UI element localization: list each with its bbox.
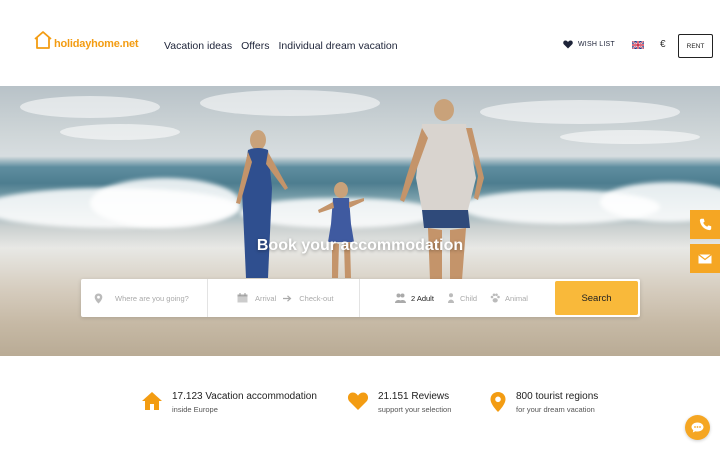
cloud bbox=[200, 90, 380, 116]
map-pin-icon bbox=[490, 392, 506, 412]
phone-contact-button[interactable] bbox=[690, 210, 720, 239]
hero-title: Book your accommodation bbox=[256, 237, 464, 254]
arrival-label[interactable]: Arrival bbox=[255, 294, 276, 303]
site-header: holidayhome.net Vacation ideas Offers In… bbox=[0, 0, 720, 86]
phone-icon bbox=[699, 218, 711, 231]
adults-icon bbox=[395, 293, 406, 303]
envelope-icon bbox=[698, 253, 712, 263]
cloud bbox=[560, 130, 700, 144]
rent-button[interactable]: RENT bbox=[678, 34, 713, 58]
feature-subtitle: support your selection bbox=[378, 405, 452, 414]
feature-title: 800 tourist regions bbox=[516, 391, 599, 402]
adults-count[interactable]: 2 Adult bbox=[411, 294, 434, 303]
child-label[interactable]: Child bbox=[460, 294, 477, 303]
checkout-label[interactable]: Check-out bbox=[299, 294, 333, 303]
heart-icon bbox=[347, 392, 369, 410]
wishlist-label: WISH LIST bbox=[578, 41, 615, 48]
map-pin-icon bbox=[94, 293, 103, 303]
wave-splash bbox=[90, 178, 240, 228]
cloud bbox=[20, 96, 160, 118]
feature-subtitle: for your dream vacation bbox=[516, 405, 595, 414]
cloud bbox=[480, 100, 680, 124]
email-contact-button[interactable] bbox=[690, 244, 720, 273]
chat-bubble-icon bbox=[691, 422, 704, 433]
search-button[interactable]: Search bbox=[555, 281, 638, 315]
destination-field[interactable]: Where are you going? bbox=[81, 279, 208, 317]
guests-field[interactable]: 2 Adult Child Animal bbox=[360, 279, 555, 317]
feature-regions: 800 tourist regions for your dream vacat… bbox=[489, 391, 598, 414]
arrow-right-icon bbox=[283, 294, 292, 302]
main-nav: Vacation ideas Offers Individual dream v… bbox=[164, 40, 398, 52]
feature-title: 21.151 Reviews bbox=[378, 391, 450, 402]
calendar-icon bbox=[237, 293, 248, 303]
logo[interactable]: holidayhome.net bbox=[33, 30, 139, 50]
nav-vacation-ideas[interactable]: Vacation ideas bbox=[164, 40, 232, 52]
feature-accommodations: 17.123 Vacation accommodation inside Eur… bbox=[141, 391, 317, 414]
feature-reviews: 21.151 Reviews support your selection bbox=[347, 391, 451, 414]
child-figure bbox=[318, 182, 364, 278]
feature-subtitle: inside Europe bbox=[172, 405, 218, 414]
uk-flag-icon[interactable] bbox=[632, 41, 644, 49]
chat-button[interactable] bbox=[685, 415, 710, 440]
nav-individual-dream-vacation[interactable]: Individual dream vacation bbox=[279, 40, 398, 52]
house-logo-icon bbox=[34, 31, 52, 49]
animal-label[interactable]: Animal bbox=[505, 294, 528, 303]
nav-offers[interactable]: Offers bbox=[241, 40, 269, 52]
destination-placeholder: Where are you going? bbox=[115, 293, 189, 303]
cloud bbox=[60, 124, 180, 140]
booking-search-bar: Where are you going? Arrival Check-out 2… bbox=[81, 279, 640, 317]
child-icon bbox=[447, 293, 454, 303]
woman-figure bbox=[236, 130, 288, 278]
paw-icon bbox=[490, 293, 500, 303]
date-range-field[interactable]: Arrival Check-out bbox=[208, 279, 360, 317]
wishlist-link[interactable]: WISH LIST bbox=[563, 40, 615, 49]
heart-icon bbox=[563, 40, 573, 49]
house-icon bbox=[142, 392, 162, 410]
logo-text: holidayhome.net bbox=[54, 38, 139, 50]
feature-title: 17.123 Vacation accommodation bbox=[172, 391, 317, 402]
currency-selector[interactable]: € bbox=[660, 39, 666, 50]
